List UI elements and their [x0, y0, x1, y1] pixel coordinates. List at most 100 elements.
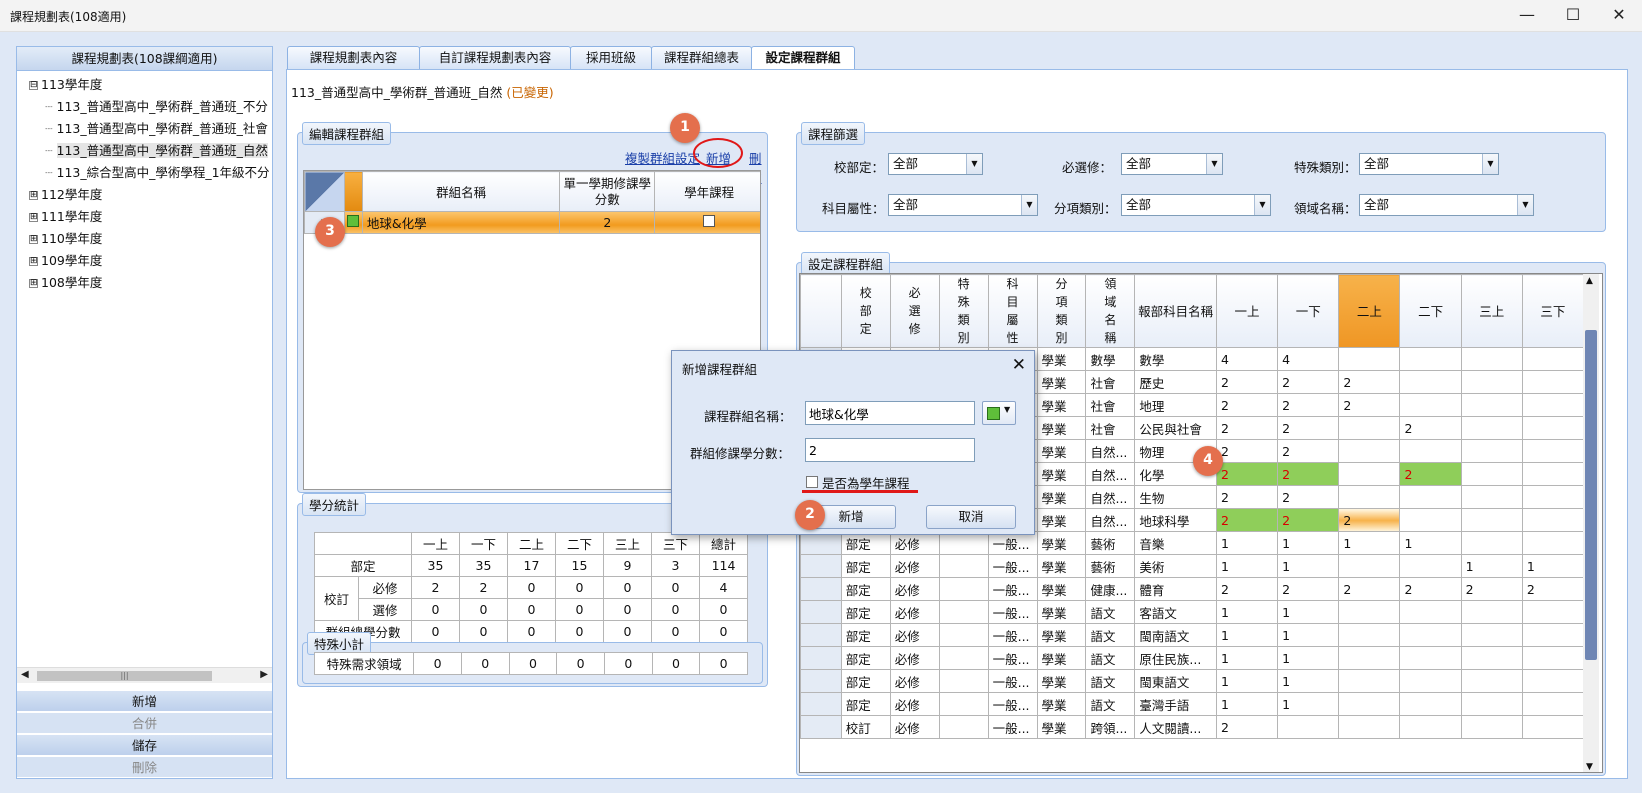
course-cell[interactable]: 2	[1215, 462, 1279, 486]
course-cell[interactable]: 數學	[1134, 347, 1217, 371]
course-cell[interactable]: 公民與社會	[1134, 416, 1217, 440]
course-cell[interactable]: 部定	[840, 646, 891, 670]
course-cell[interactable]: 2	[1277, 393, 1340, 417]
course-cell[interactable]: 藝術	[1085, 531, 1136, 555]
group-name-input[interactable]	[805, 401, 975, 425]
course-cell[interactable]	[1460, 439, 1523, 463]
course-row[interactable]: 部定 必修 一般... 學業 語文 臺灣手語 1 1	[800, 692, 1585, 716]
course-cell[interactable]	[1399, 393, 1462, 417]
course-cell[interactable]: 2	[1277, 577, 1340, 601]
course-cell[interactable]	[1521, 347, 1585, 371]
course-cell[interactable]	[1460, 531, 1523, 555]
course-cell[interactable]: 一般...	[987, 600, 1038, 624]
course-cell[interactable]	[1521, 370, 1585, 394]
group-credits-cell[interactable]: 2	[559, 211, 656, 234]
course-cell[interactable]: 一般...	[987, 577, 1038, 601]
course-cell[interactable]	[1460, 669, 1523, 693]
add-plan-button[interactable]: 新增	[17, 690, 272, 711]
row-header[interactable]	[800, 646, 842, 670]
course-cell[interactable]	[1460, 600, 1523, 624]
expand-icon[interactable]: ⊞	[29, 235, 38, 244]
minimize-button[interactable]: —	[1507, 4, 1547, 28]
tree-hscrollbar[interactable]: ◀ ||| ▶	[17, 667, 272, 683]
course-row[interactable]: 部定 必修 一般... 學業 語文 閩南語文 1 1	[800, 623, 1585, 647]
chevron-down-icon[interactable]: ▼	[966, 154, 982, 174]
course-cell[interactable]	[1460, 370, 1523, 394]
course-cell[interactable]: 生物	[1134, 485, 1217, 509]
course-cell[interactable]	[1460, 646, 1523, 670]
expand-icon[interactable]: ⊞	[29, 191, 38, 200]
row-header[interactable]	[800, 715, 842, 739]
course-cell[interactable]: 必修	[889, 554, 940, 578]
course-cell[interactable]: 學業	[1036, 508, 1087, 532]
expand-icon[interactable]: ⊞	[29, 257, 38, 266]
chevron-down-icon[interactable]: ▼	[1021, 195, 1037, 215]
course-cell[interactable]: 音樂	[1134, 531, 1217, 555]
filter-required-select[interactable]: 全部 ▼	[1121, 153, 1223, 175]
filter-special-select[interactable]: 全部 ▼	[1359, 153, 1499, 175]
course-cell[interactable]	[1399, 508, 1462, 532]
course-cell[interactable]: 1	[1277, 646, 1340, 670]
course-cell[interactable]	[938, 646, 989, 670]
course-cell[interactable]: 原住民族...	[1134, 646, 1217, 670]
group-color-swatch[interactable]	[343, 211, 363, 234]
course-cell[interactable]: 學業	[1036, 347, 1087, 371]
course-cell[interactable]: 地球科學	[1134, 508, 1217, 532]
course-cell[interactable]: 2	[1215, 508, 1279, 532]
col-credits[interactable]: 單一學期修課學分數	[559, 171, 656, 212]
course-cell[interactable]: 臺灣手語	[1134, 692, 1217, 716]
chevron-down-icon[interactable]: ▼	[1517, 195, 1533, 215]
col-group-name[interactable]: 群組名稱	[361, 171, 561, 212]
course-cell[interactable]: 必修	[889, 646, 940, 670]
course-cell[interactable]	[1338, 623, 1401, 647]
chevron-down-icon[interactable]: ▼	[1206, 154, 1222, 174]
course-cell[interactable]: 必修	[889, 692, 940, 716]
course-col-header[interactable]: 校部定	[840, 274, 891, 348]
chevron-down-icon[interactable]: ▼	[1254, 195, 1270, 215]
course-cell[interactable]: 一般...	[987, 623, 1038, 647]
scroll-thumb[interactable]: |||	[37, 671, 212, 681]
course-cell[interactable]: 部定	[840, 623, 891, 647]
group-row[interactable]: ▶ 地球&化學 2	[304, 211, 760, 234]
course-cell[interactable]: 健康...	[1085, 577, 1136, 601]
course-row[interactable]: 部定 必修 一般... 學業 語文 原住民族... 1 1	[800, 646, 1585, 670]
course-cell[interactable]	[1460, 416, 1523, 440]
course-cell[interactable]: 語文	[1085, 646, 1136, 670]
row-header[interactable]	[800, 623, 842, 647]
course-cell[interactable]: 學業	[1036, 439, 1087, 463]
course-cell[interactable]: 一般...	[987, 692, 1038, 716]
tree-item[interactable]: ⊞ 112學年度	[29, 185, 102, 205]
scroll-down-icon[interactable]: ▼	[1586, 762, 1593, 772]
course-cell[interactable]: 1	[1215, 531, 1279, 555]
course-cell[interactable]: 1	[1215, 623, 1279, 647]
course-cell[interactable]	[1460, 508, 1523, 532]
tab-group-summary[interactable]: 課程群組總表	[651, 46, 752, 70]
course-cell[interactable]	[1399, 692, 1462, 716]
course-cell[interactable]	[1338, 462, 1401, 486]
course-cell[interactable]	[1521, 692, 1585, 716]
col-year-course[interactable]: 學年課程	[654, 171, 760, 212]
course-cell[interactable]: 2	[1460, 577, 1523, 601]
course-col-header[interactable]: 一下	[1277, 274, 1340, 348]
course-cell[interactable]	[1521, 393, 1585, 417]
course-cell[interactable]	[938, 623, 989, 647]
filter-subject-attr-select[interactable]: 全部 ▼	[888, 194, 1038, 216]
course-cell[interactable]	[1338, 416, 1401, 440]
course-row[interactable]: 部定 必修 一般... 學業 語文 閩東語文 1 1	[800, 669, 1585, 693]
expand-icon[interactable]: ⊞	[29, 279, 38, 288]
course-cell[interactable]	[1521, 531, 1585, 555]
course-cell[interactable]	[1521, 462, 1585, 486]
course-cell[interactable]: 學業	[1036, 600, 1087, 624]
course-col-header[interactable]: 分項類別	[1036, 274, 1087, 348]
tree-item[interactable]: ⊞ 110學年度	[29, 229, 102, 249]
course-cell[interactable]: 4	[1277, 347, 1340, 371]
course-cell[interactable]: 2	[1215, 577, 1279, 601]
course-cell[interactable]: 1	[1277, 554, 1340, 578]
collapse-icon[interactable]: ⊟	[29, 81, 38, 90]
course-cell[interactable]: 1	[1215, 646, 1279, 670]
dialog-cancel-button[interactable]: 取消	[926, 505, 1016, 529]
course-cell[interactable]: 語文	[1085, 669, 1136, 693]
course-cell[interactable]: 一般...	[987, 669, 1038, 693]
course-col-header[interactable]: 特殊類別	[938, 274, 989, 348]
course-cell[interactable]: 社會	[1085, 370, 1136, 394]
